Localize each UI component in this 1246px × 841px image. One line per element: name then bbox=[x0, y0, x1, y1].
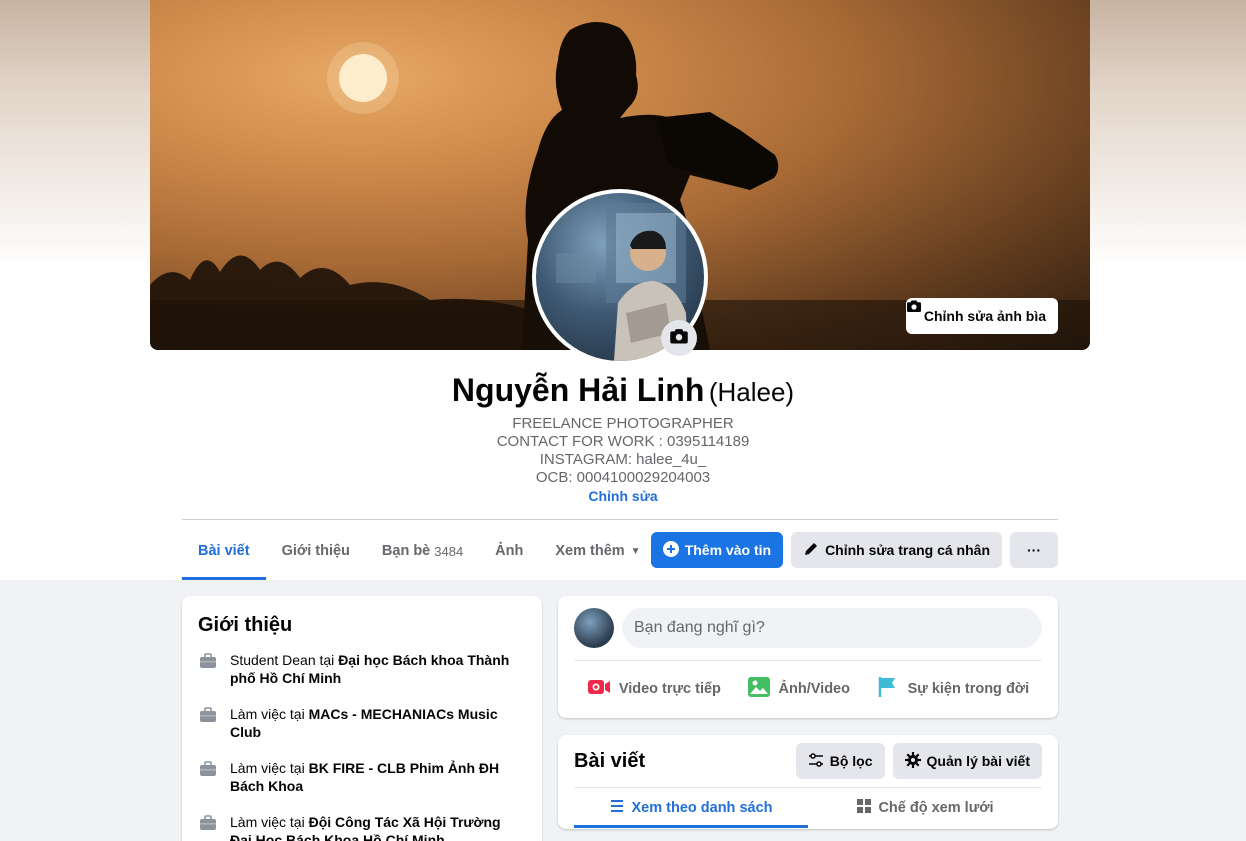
briefcase-icon bbox=[198, 813, 218, 833]
bio-line: CONTACT FOR WORK : 0395114189 bbox=[496, 433, 750, 450]
edit-bio-link[interactable]: Chỉnh sửa bbox=[0, 487, 1246, 505]
intro-item: Student Dean tại Đại học Bách khoa Thành… bbox=[198, 651, 526, 687]
edit-cover-button[interactable]: Chỉnh sửa ảnh bìa bbox=[905, 298, 1058, 334]
profile-name-line: Nguyễn Hải Linh (Halee) bbox=[0, 372, 1246, 409]
plus-circle-icon bbox=[662, 540, 679, 560]
profile-alternate-name: (Halee) bbox=[708, 377, 795, 407]
avatar[interactable] bbox=[574, 608, 614, 648]
composer-divider bbox=[574, 660, 1042, 661]
profile-actions: Thêm vào tin Chỉnh sửa trang cá nhân ··· bbox=[650, 532, 1058, 568]
tab-photos[interactable]: Ảnh bbox=[479, 522, 539, 580]
briefcase-icon bbox=[198, 759, 218, 779]
list-icon bbox=[609, 798, 625, 818]
header-divider bbox=[182, 519, 1058, 520]
intro-item-prefix: Làm việc tại bbox=[230, 760, 309, 776]
friends-count: 3484 bbox=[434, 543, 464, 559]
tab-label: Xem thêm bbox=[555, 543, 625, 559]
bio-line: INSTAGRAM: halee_4u_ bbox=[539, 451, 707, 468]
profile-tabs: Bài viết Giới thiệu Bạn bè 3484 Ảnh Xem t… bbox=[182, 522, 657, 580]
posts-buttons: Bộ lọc Quản lý bài viết bbox=[795, 743, 1042, 779]
pencil-icon bbox=[803, 541, 819, 560]
edit-cover-label: Chỉnh sửa ảnh bìa bbox=[923, 308, 1046, 324]
intro-card: Giới thiệu Student Dean tại Đại học Bách… bbox=[182, 596, 542, 841]
intro-item-prefix: Làm việc tại bbox=[230, 814, 309, 830]
intro-item-text: Làm việc tại MACs - MECHANIACs Music Clu… bbox=[230, 705, 526, 741]
view-mode-tabs: Xem theo danh sách Chế độ xem lưới bbox=[574, 788, 1042, 828]
posts-card: Bài viết Bộ lọc Quản lý bài viết Xem the… bbox=[558, 735, 1058, 829]
camera-icon bbox=[669, 326, 689, 351]
photo-icon bbox=[747, 675, 771, 703]
intro-item-text: Làm việc tại Đội Công Tác Xã Hội Trường … bbox=[230, 813, 526, 841]
photo-video-button[interactable]: Ảnh/Video bbox=[739, 669, 858, 709]
intro-title: Giới thiệu bbox=[198, 614, 293, 636]
composer-input[interactable]: Bạn đang nghĩ gì? bbox=[622, 608, 1042, 648]
intro-item-text: Student Dean tại Đại học Bách khoa Thành… bbox=[230, 651, 526, 687]
live-video-icon bbox=[587, 677, 611, 701]
intro-item: Làm việc tại Đội Công Tác Xã Hội Trường … bbox=[198, 813, 526, 841]
tab-posts[interactable]: Bài viết bbox=[182, 522, 266, 580]
manage-posts-label: Quản lý bài viết bbox=[926, 753, 1030, 769]
tab-about[interactable]: Giới thiệu bbox=[266, 522, 366, 580]
composer-top: Bạn đang nghĩ gì? bbox=[574, 608, 1042, 648]
intro-item: Làm việc tại MACs - MECHANIACs Music Clu… bbox=[198, 705, 526, 741]
list-view-label: Xem theo danh sách bbox=[631, 800, 773, 816]
gear-icon bbox=[904, 751, 921, 771]
caret-down-icon: ▼ bbox=[630, 545, 641, 557]
intro-item-prefix: Làm việc tại bbox=[230, 706, 309, 722]
flag-icon bbox=[876, 675, 900, 703]
filter-icon bbox=[808, 752, 824, 771]
live-video-button[interactable]: Video trực tiếp bbox=[579, 669, 729, 709]
edit-profile-label: Chỉnh sửa trang cá nhân bbox=[825, 542, 990, 558]
life-event-label: Sự kiện trong đời bbox=[907, 681, 1030, 697]
tab-more[interactable]: Xem thêm ▼ bbox=[539, 522, 656, 580]
posts-header: Bài viết Bộ lọc Quản lý bài viết bbox=[558, 735, 1058, 787]
add-story-label: Thêm vào tin bbox=[684, 542, 772, 558]
filter-button[interactable]: Bộ lọc bbox=[795, 743, 885, 779]
tab-label: Giới thiệu bbox=[281, 543, 350, 559]
intro-item-prefix: Student Dean tại bbox=[230, 652, 339, 668]
intro-item-text: Làm việc tại BK FIRE - CLB Phim Ảnh ĐH B… bbox=[230, 759, 526, 795]
tab-label: Bài viết bbox=[198, 543, 250, 559]
tab-friends[interactable]: Bạn bè 3484 bbox=[366, 522, 479, 580]
grid-icon bbox=[856, 798, 872, 818]
life-event-button[interactable]: Sự kiện trong đời bbox=[868, 669, 1038, 709]
manage-posts-button[interactable]: Quản lý bài viết bbox=[892, 743, 1042, 779]
filter-label: Bộ lọc bbox=[829, 753, 873, 769]
intro-item: Làm việc tại BK FIRE - CLB Phim Ảnh ĐH B… bbox=[198, 759, 526, 795]
grid-view-tab[interactable]: Chế độ xem lưới bbox=[808, 788, 1042, 828]
profile-name: Nguyễn Hải Linh bbox=[451, 372, 705, 408]
posts-title: Bài viết bbox=[574, 749, 646, 772]
more-options-button[interactable]: ··· bbox=[1010, 532, 1058, 568]
briefcase-icon bbox=[198, 651, 218, 671]
add-story-button[interactable]: Thêm vào tin bbox=[650, 532, 784, 568]
tab-label: Ảnh bbox=[495, 543, 524, 559]
live-video-label: Video trực tiếp bbox=[618, 681, 721, 697]
tab-label: Bạn bè bbox=[381, 543, 431, 559]
more-dots-icon: ··· bbox=[1027, 542, 1041, 558]
edit-profile-button[interactable]: Chỉnh sửa trang cá nhân bbox=[791, 532, 1002, 568]
grid-view-label: Chế độ xem lưới bbox=[878, 800, 994, 816]
bio-line: FREELANCE PHOTOGRAPHER bbox=[512, 415, 734, 432]
bio-line: OCB: 0004100029204003 bbox=[535, 469, 711, 486]
photo-video-label: Ảnh/Video bbox=[778, 681, 850, 697]
update-avatar-button[interactable] bbox=[661, 320, 697, 356]
composer-actions: Video trực tiếp Ảnh/Video Sự kiện trong … bbox=[574, 669, 1042, 709]
list-view-tab[interactable]: Xem theo danh sách bbox=[574, 788, 808, 828]
briefcase-icon bbox=[198, 705, 218, 725]
post-composer: Bạn đang nghĩ gì? Video trực tiếp Ảnh/Vi… bbox=[558, 596, 1058, 718]
profile-bio: FREELANCE PHOTOGRAPHER CONTACT FOR WORK … bbox=[0, 415, 1246, 505]
